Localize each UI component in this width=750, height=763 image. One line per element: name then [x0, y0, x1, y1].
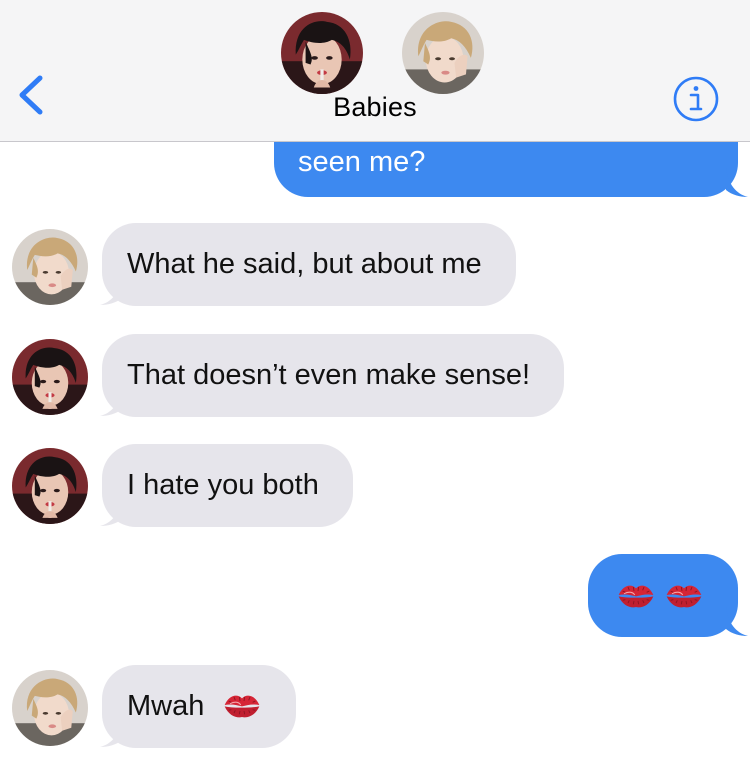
- profile-photo-dark-hair-icon: [12, 339, 88, 415]
- sender-avatar[interactable]: [12, 339, 88, 415]
- profile-photo-light-hair-icon: [12, 229, 88, 305]
- message-text: What he said, but about me: [127, 248, 482, 280]
- profile-photo-dark-hair-icon: [281, 12, 363, 94]
- message-text: Mwah: [127, 690, 205, 722]
- message-text: seen me?: [298, 146, 426, 178]
- bubble-tail: [726, 168, 750, 198]
- kiss-mark-emoji-icon: [616, 580, 656, 610]
- sender-avatar[interactable]: [12, 448, 88, 524]
- profile-photo-light-hair-icon: [12, 670, 88, 746]
- bubble-tail: [726, 607, 750, 637]
- profile-photo-dark-hair-icon: [12, 448, 88, 524]
- info-button[interactable]: [672, 75, 720, 123]
- participant-avatar-1[interactable]: [281, 12, 363, 94]
- info-circle-icon: [673, 76, 719, 122]
- message-bubble[interactable]: I hate you both: [102, 444, 353, 527]
- message-text: I hate you both: [127, 469, 319, 501]
- sender-avatar[interactable]: [12, 670, 88, 746]
- message-text: That doesn’t even make sense!: [127, 359, 531, 391]
- conversation-header: Babies: [0, 0, 750, 142]
- participant-avatar-2[interactable]: [402, 12, 484, 94]
- conversation-screen: Babies seen me? What he said, but about …: [0, 0, 750, 763]
- message-bubble[interactable]: That doesn’t even make sense!: [102, 334, 565, 417]
- sender-avatar[interactable]: [12, 229, 88, 305]
- message-bubble[interactable]: Mwah: [102, 665, 297, 748]
- profile-photo-light-hair-icon: [402, 12, 484, 94]
- kiss-mark-emoji-icon: [222, 690, 262, 720]
- kiss-mark-emoji-icon: [664, 580, 704, 610]
- message-bubble[interactable]: What he said, but about me: [102, 223, 516, 306]
- message-bubble[interactable]: [588, 554, 738, 637]
- conversation-title[interactable]: Babies: [0, 92, 750, 123]
